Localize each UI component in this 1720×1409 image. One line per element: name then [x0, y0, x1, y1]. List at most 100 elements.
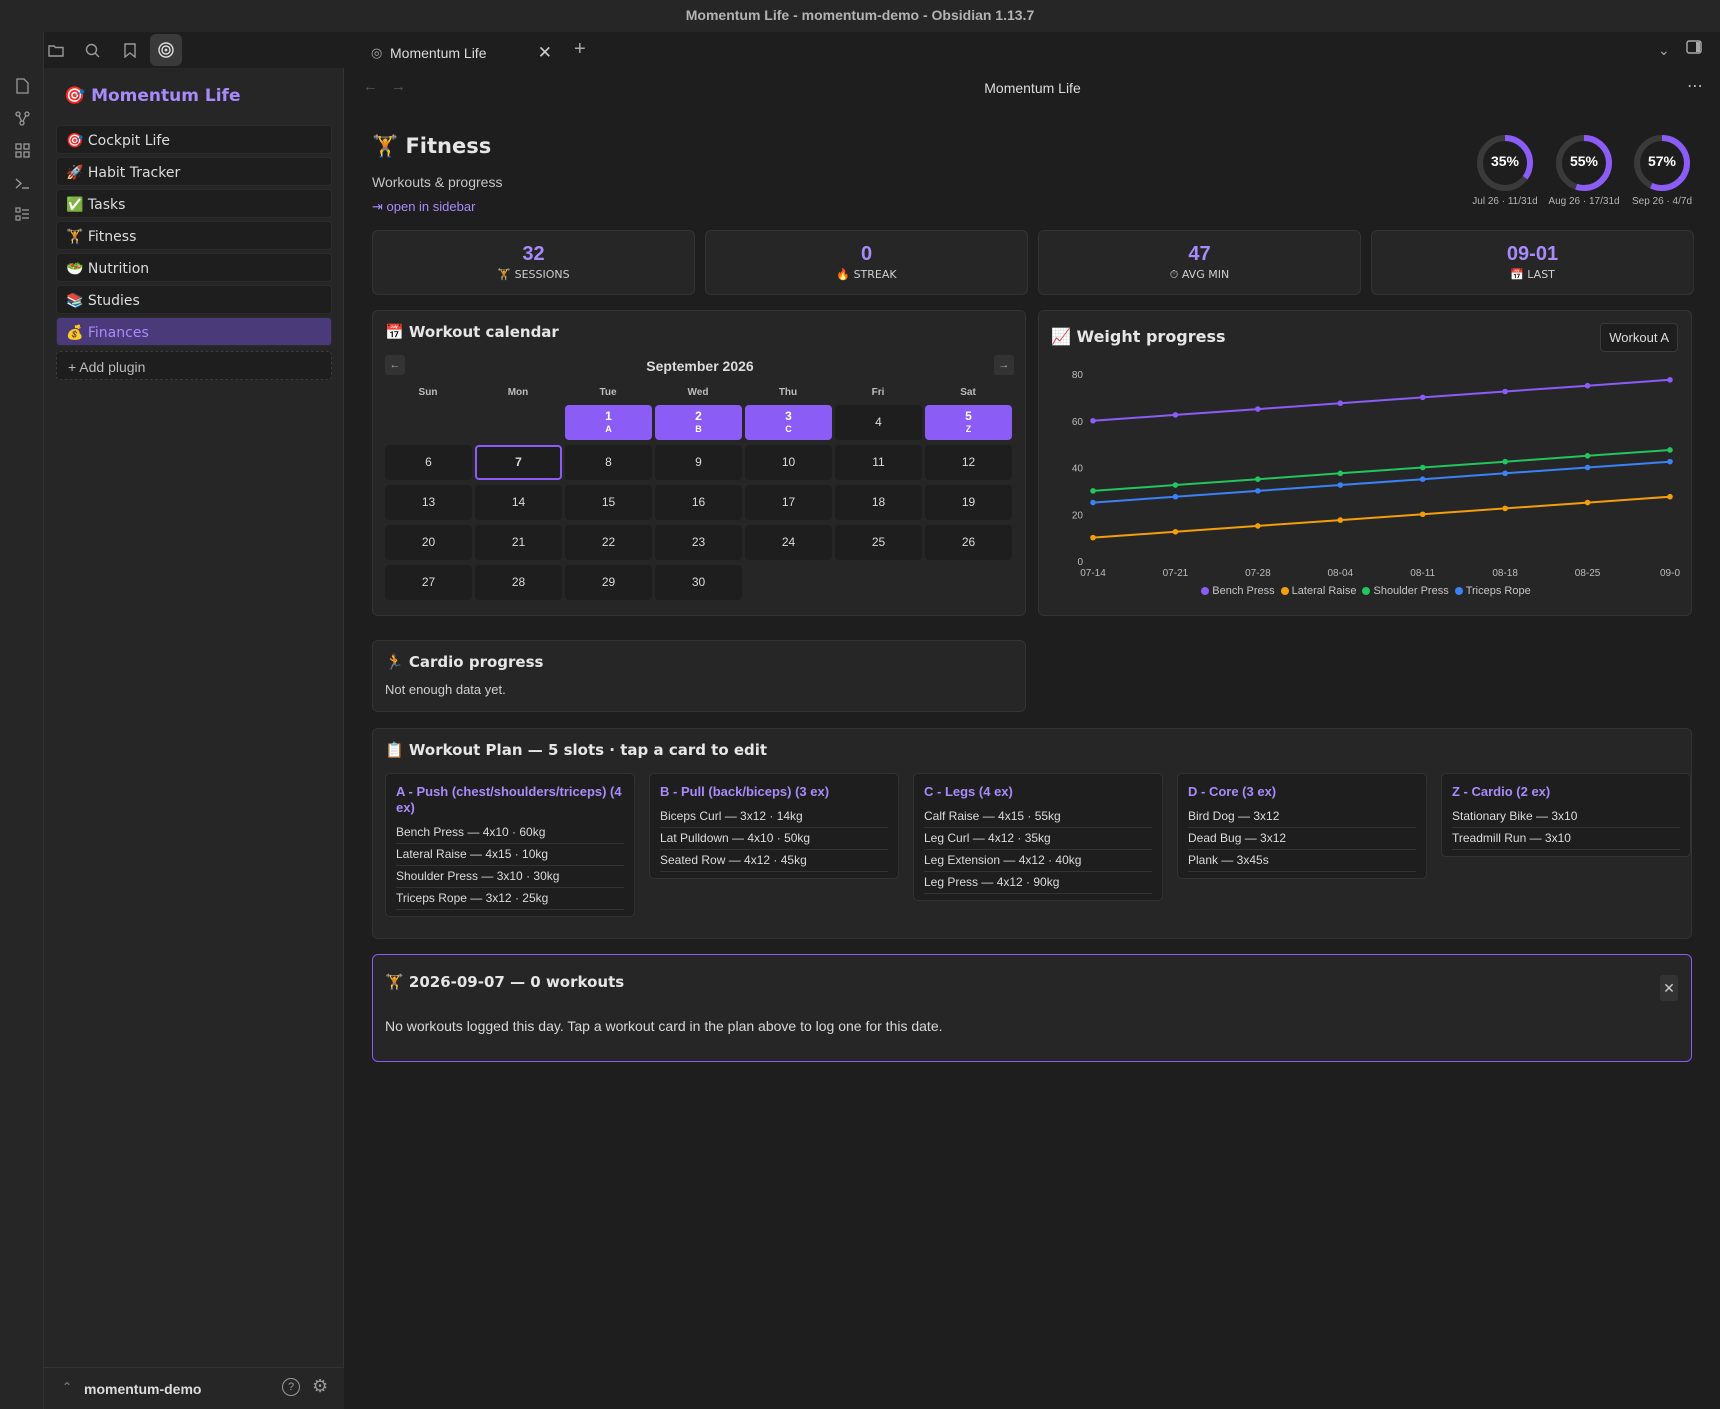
- legend-label: Triceps Rope: [1465, 585, 1531, 597]
- calendar-day[interactable]: 17: [745, 485, 832, 520]
- data-point: [1502, 458, 1508, 465]
- calendar-day[interactable]: 11: [835, 445, 922, 480]
- sidebar-item-fitness[interactable]: 🏋 Fitness: [56, 221, 332, 250]
- stat-label: 🔥 STREAK: [836, 268, 897, 281]
- calendar-day[interactable]: 12: [925, 445, 1012, 480]
- settings-gear-icon[interactable]: ⚙: [312, 1376, 328, 1397]
- calendar-day[interactable]: 4: [835, 405, 922, 440]
- bookmark-icon[interactable]: [111, 34, 148, 66]
- legend-dot-icon: [1280, 587, 1289, 595]
- weight-progress-panel: 📈 Weight progress Workout A 0 20 40 60 80 07-…: [1038, 310, 1692, 616]
- x-tick-label: 07-21: [1163, 568, 1189, 579]
- calendar-day[interactable]: 16: [655, 485, 742, 520]
- calendar-day[interactable]: 27: [385, 565, 472, 600]
- sidebar-item-tasks[interactable]: ✅ Tasks: [56, 189, 332, 218]
- workout-plan-card[interactable]: B - Pull (back/biceps) (3 ex) Biceps Curl…: [649, 773, 899, 879]
- calendar-day[interactable]: 20: [385, 525, 472, 560]
- calendar-day[interactable]: 1A: [565, 405, 652, 440]
- sidebar-item-finances[interactable]: 💰 Finances: [56, 317, 332, 346]
- data-point: [1172, 482, 1179, 488]
- plan-exercise: Triceps Rope — 3x12 · 25kg: [396, 888, 624, 910]
- legend-label: Lateral Raise: [1291, 585, 1357, 597]
- calendar-day[interactable]: 26: [925, 525, 1012, 560]
- calendar-day[interactable]: 6: [385, 445, 472, 480]
- more-options-icon[interactable]: ⋯: [1687, 76, 1703, 96]
- workout-calendar-panel: 📅 Workout calendar ← September 2026 → Su…: [372, 310, 1026, 616]
- help-icon[interactable]: ?: [282, 1378, 300, 1396]
- plan-card-title: C - Legs (4 ex): [924, 784, 1013, 799]
- stat-value: 32: [522, 243, 545, 265]
- data-point: [1255, 523, 1261, 529]
- calendar-day[interactable]: 14: [475, 485, 562, 520]
- calendar-title: 📅 Workout calendar: [385, 323, 559, 341]
- add-plugin-button[interactable]: + Add plugin: [56, 351, 332, 380]
- right-sidebar-toggle-icon[interactable]: [1686, 40, 1702, 59]
- weight-chart: 0 20 40 60 80 07-14 07-21 07-28 08-04 08-11 08-18 0…: [1072, 370, 1681, 579]
- calendar-day[interactable]: 10: [745, 445, 832, 480]
- calendar-day[interactable]: 22: [565, 525, 652, 560]
- calendar-day[interactable]: 19: [925, 485, 1012, 520]
- workout-plan-card[interactable]: C - Legs (4 ex) Calf Raise — 4x15 · 55kg L…: [913, 773, 1163, 901]
- data-point: [1667, 493, 1673, 500]
- calendar-day[interactable]: 29: [565, 565, 652, 600]
- tab-momentum-life[interactable]: ◎ Momentum Life ✕: [362, 36, 562, 70]
- view-title: Momentum Life: [984, 80, 1081, 96]
- series-line: [1092, 449, 1671, 492]
- tab-close-icon[interactable]: ✕: [538, 36, 552, 70]
- calendar-day[interactable]: 28: [475, 565, 562, 600]
- y-tick-label: 20: [1072, 510, 1084, 521]
- terminal-icon[interactable]: [0, 170, 44, 202]
- calendar-day[interactable]: 9: [655, 445, 742, 480]
- calendar-day[interactable]: 13: [385, 485, 472, 520]
- sidebar-item-habit-tracker[interactable]: 🚀 Habit Tracker: [56, 157, 332, 186]
- cardio-empty-message: Not enough data yet.: [385, 682, 506, 697]
- calendar-day[interactable]: 18: [835, 485, 922, 520]
- list-icon[interactable]: [0, 202, 44, 234]
- workout-plan-card[interactable]: A - Push (chest/shoulders/triceps) (4 ex…: [385, 773, 635, 917]
- left-ribbon: [0, 32, 44, 1409]
- calendar-day[interactable]: 30: [655, 565, 742, 600]
- graph-icon[interactable]: [0, 106, 44, 138]
- stat-sessions: 32 🏋 SESSIONS: [372, 230, 695, 295]
- day-close-button[interactable]: ✕: [1660, 975, 1678, 1001]
- calendar-day[interactable]: 5Z: [925, 405, 1012, 440]
- calendar-day[interactable]: 15: [565, 485, 652, 520]
- legend-item[interactable]: Lateral Raise: [1280, 585, 1357, 597]
- data-point: [1667, 458, 1673, 465]
- search-icon[interactable]: [74, 34, 111, 66]
- momentum-target-icon[interactable]: [150, 34, 182, 66]
- calendar-day[interactable]: 23: [655, 525, 742, 560]
- calendar-day[interactable]: 3C: [745, 405, 832, 440]
- target-icon: ◎: [371, 45, 383, 60]
- legend-item[interactable]: Shoulder Press: [1362, 585, 1449, 597]
- calendar-day[interactable]: 21: [475, 525, 562, 560]
- data-point: [1090, 488, 1096, 494]
- new-tab-icon[interactable]: +: [574, 38, 586, 61]
- calendar-day-number: 15: [601, 495, 616, 509]
- calendar-day[interactable]: 25: [835, 525, 922, 560]
- workout-plan-card[interactable]: Z - Cardio (2 ex) Stationary Bike — 3x10 T…: [1441, 773, 1691, 857]
- calendar-day-number: 6: [425, 455, 432, 469]
- workout-plan-card[interactable]: D - Core (3 ex) Bird Dog — 3x12 Dead Bug —…: [1177, 773, 1427, 879]
- tab-list-chevron-icon[interactable]: ⌄: [1658, 42, 1670, 59]
- legend-item[interactable]: Triceps Rope: [1454, 585, 1531, 597]
- data-point: [1172, 528, 1179, 535]
- sidebar-item-nutrition[interactable]: 🥗 Nutrition: [56, 253, 332, 282]
- calendar-next-button[interactable]: →: [994, 355, 1014, 375]
- calendar-day[interactable]: 2B: [655, 405, 742, 440]
- file-icon[interactable]: [0, 74, 44, 106]
- x-tick-label: 07-28: [1245, 568, 1271, 579]
- data-point: [1337, 517, 1344, 523]
- calendar-day-number: 3: [785, 409, 792, 423]
- calendar-day[interactable]: 7: [475, 445, 562, 480]
- sidebar-item-studies[interactable]: 📚 Studies: [56, 285, 332, 314]
- open-in-sidebar-link[interactable]: ⇥ open in sidebar: [372, 199, 475, 215]
- calendar-day[interactable]: 24: [745, 525, 832, 560]
- tab-bar: ◎ Momentum Life ✕ + ⌄: [344, 34, 1720, 70]
- grid-icon[interactable]: [0, 138, 44, 170]
- legend-item[interactable]: Bench Press: [1201, 585, 1275, 597]
- sidebar-item-cockpit-life[interactable]: 🎯 Cockpit Life: [56, 125, 332, 154]
- vault-name[interactable]: momentum-demo: [84, 1381, 201, 1397]
- calendar-day[interactable]: 8: [565, 445, 652, 480]
- vault-switcher-icon[interactable]: ⌃: [62, 1380, 72, 1394]
